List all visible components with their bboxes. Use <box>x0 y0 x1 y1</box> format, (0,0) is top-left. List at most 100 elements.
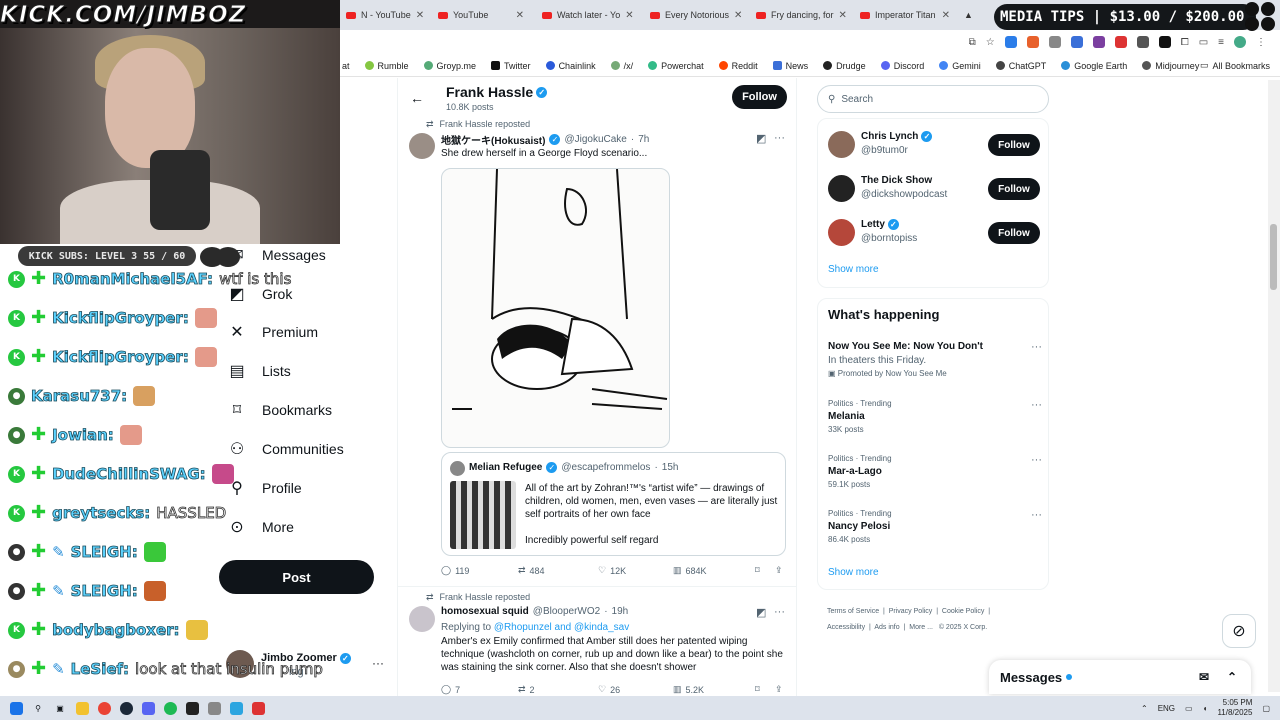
nav-more[interactable]: ⊙ More <box>228 513 294 541</box>
follow-button[interactable]: Follow <box>732 85 787 109</box>
language-indicator[interactable]: ENG <box>1158 704 1175 713</box>
bookmark-item[interactable]: at <box>342 61 350 71</box>
trend-item[interactable]: Politics · Trending Nancy Pelosi 86.4K p… <box>828 509 1042 544</box>
chevron-up-icon[interactable]: ⌃ <box>1141 704 1148 713</box>
x-extension-icon[interactable] <box>1158 36 1171 48</box>
trend-item[interactable]: Now You See Me: Now You Don't In theater… <box>828 341 1042 378</box>
trend-item[interactable]: Politics · Trending Mar-a-Lago 59.1K pos… <box>828 454 1042 489</box>
grok-icon[interactable]: ◩ <box>756 606 766 619</box>
browser-tab[interactable]: Imperator Titan ✕ <box>854 4 956 26</box>
bookmark-item[interactable]: Chainlink <box>545 61 596 71</box>
bookmark-item[interactable]: Reddit <box>718 61 758 71</box>
messages-drawer[interactable]: Messages ✉ ⌃ <box>989 660 1251 694</box>
trend-item[interactable]: Politics · Trending Melania 33K posts ··… <box>828 399 1042 434</box>
repost-button[interactable]: ⇄ 2 <box>518 684 598 695</box>
footer-link[interactable]: Accessibility <box>827 624 865 631</box>
scrollbar-thumb[interactable] <box>1270 224 1277 290</box>
show-more-link[interactable]: Show more <box>828 264 879 275</box>
more-dots-icon[interactable]: ··· <box>1031 341 1042 353</box>
search-input[interactable]: ⚲ Search <box>817 85 1049 113</box>
app-icon[interactable] <box>247 697 269 719</box>
footer-link[interactable]: Terms of Service <box>827 608 879 615</box>
close-icon[interactable]: ✕ <box>734 10 742 21</box>
views-button[interactable]: ▥ 5.2K <box>673 684 755 695</box>
notification-icon[interactable]: ▢ <box>1262 704 1270 713</box>
windows-start-icon[interactable] <box>5 697 27 719</box>
bookmark-icon[interactable]: ⌑ <box>755 684 775 695</box>
grok-button[interactable]: ⊘ <box>1222 614 1256 648</box>
repost-button[interactable]: ⇄ 484 <box>518 565 598 576</box>
more-dots-icon[interactable]: ··· <box>1031 509 1042 521</box>
clock[interactable]: 5:05 PM 11/8/2025 <box>1217 698 1252 718</box>
all-bookmarks-button[interactable]: ▭ All Bookmarks <box>1200 60 1270 71</box>
puzzle-icon[interactable]: ⧠ <box>1181 37 1189 48</box>
extension-icon[interactable] <box>1048 36 1061 48</box>
extension-icon[interactable] <box>1070 36 1083 48</box>
bookmark-item[interactable]: Midjourney <box>1142 61 1199 71</box>
show-more-link[interactable]: Show more <box>828 567 879 578</box>
extension-icon[interactable] <box>1026 36 1039 48</box>
volume-icon[interactable]: ◖ <box>1203 704 1208 713</box>
footer-link[interactable]: Cookie Policy <box>942 608 984 615</box>
bookmark-item[interactable]: News <box>772 61 808 71</box>
browser-tab[interactable]: ▲ <box>958 4 978 26</box>
like-button[interactable]: ♡ 12K <box>598 565 673 576</box>
more-dots-icon[interactable]: ··· <box>372 656 384 670</box>
more-dots-icon[interactable]: ··· <box>1031 399 1042 411</box>
star-icon[interactable]: ☆ <box>986 37 995 48</box>
like-button[interactable]: ♡ 26 <box>598 684 673 695</box>
follow-button[interactable]: Follow <box>988 178 1040 200</box>
task-view-icon[interactable]: ▣ <box>49 697 71 719</box>
extension-icon[interactable] <box>1092 36 1105 48</box>
nav-profile[interactable]: ⚲ Profile <box>228 474 302 502</box>
follow-suggestion[interactable]: Chris Lynch ✓ @b9tum0r Follow <box>828 129 1042 165</box>
app-icon[interactable] <box>181 697 203 719</box>
bookmark-icon[interactable]: ⌑ <box>755 565 775 576</box>
bookmark-item[interactable]: ChatGPT <box>995 61 1046 71</box>
bookmark-item[interactable]: Groyp.me <box>423 61 476 71</box>
tweet-media-image[interactable] <box>441 168 670 448</box>
close-icon[interactable]: ✕ <box>516 10 524 21</box>
nav-premium[interactable]: ✕ Premium <box>228 318 318 346</box>
app-icon[interactable] <box>225 697 247 719</box>
browser-tab[interactable]: N - YouTube ✕ <box>340 4 428 26</box>
close-icon[interactable]: ✕ <box>839 10 847 21</box>
network-icon[interactable]: ▭ <box>1185 704 1193 713</box>
app-icon[interactable] <box>203 697 225 719</box>
more-dots-icon[interactable]: ··· <box>774 132 785 144</box>
bookmark-item[interactable]: Powerchat <box>648 61 704 71</box>
post-button[interactable]: Post <box>219 560 374 594</box>
close-icon[interactable]: ✕ <box>416 10 424 21</box>
reply-button[interactable]: ◯ 119 <box>441 565 518 576</box>
chevron-up-icon[interactable]: ⌃ <box>1227 670 1237 684</box>
quoted-tweet[interactable]: Melian Refugee ✓ @escapefrommelos · 15h All … <box>441 452 786 556</box>
extension-icon[interactable] <box>1136 36 1149 48</box>
bookmark-item[interactable]: Gemini <box>939 61 981 71</box>
footer-link[interactable]: More ... <box>909 624 933 631</box>
search-icon[interactable]: ⚲ <box>27 697 49 719</box>
chrome-icon[interactable] <box>93 697 115 719</box>
nav-communities[interactable]: ⚇ Communities <box>228 435 344 463</box>
grok-icon[interactable]: ◩ <box>756 132 766 145</box>
browser-tab[interactable]: Fry dancing, for ✕ <box>750 4 850 26</box>
close-icon[interactable]: ✕ <box>625 10 633 21</box>
follow-suggestion[interactable]: The Dick Show @dickshowpodcast Follow <box>828 173 1042 209</box>
browser-tab[interactable]: Watch later - Yo ✕ <box>536 4 638 26</box>
avatar[interactable] <box>409 133 435 159</box>
footer-link[interactable]: Privacy Policy <box>889 608 933 615</box>
discord-icon[interactable] <box>137 697 159 719</box>
footer-link[interactable]: Ads info <box>874 624 899 631</box>
follow-suggestion[interactable]: Letty ✓ @borntopiss Follow <box>828 217 1042 253</box>
steam-icon[interactable] <box>115 697 137 719</box>
new-message-icon[interactable]: ✉ <box>1199 670 1209 684</box>
extension-icon[interactable] <box>1004 36 1017 48</box>
nav-lists[interactable]: ▤ Lists <box>228 357 290 385</box>
nav-bookmarks[interactable]: ⌑ Bookmarks <box>228 396 332 424</box>
reply-button[interactable]: ◯ 7 <box>441 684 518 695</box>
follow-button[interactable]: Follow <box>988 222 1040 244</box>
spotify-icon[interactable] <box>159 697 181 719</box>
views-button[interactable]: ▥ 684K <box>673 565 755 576</box>
sidebar-icon[interactable]: ▭ <box>1199 37 1208 48</box>
nav-messages[interactable]: ✉Messages <box>228 241 326 269</box>
bookmark-item[interactable]: Drudge <box>823 61 866 71</box>
